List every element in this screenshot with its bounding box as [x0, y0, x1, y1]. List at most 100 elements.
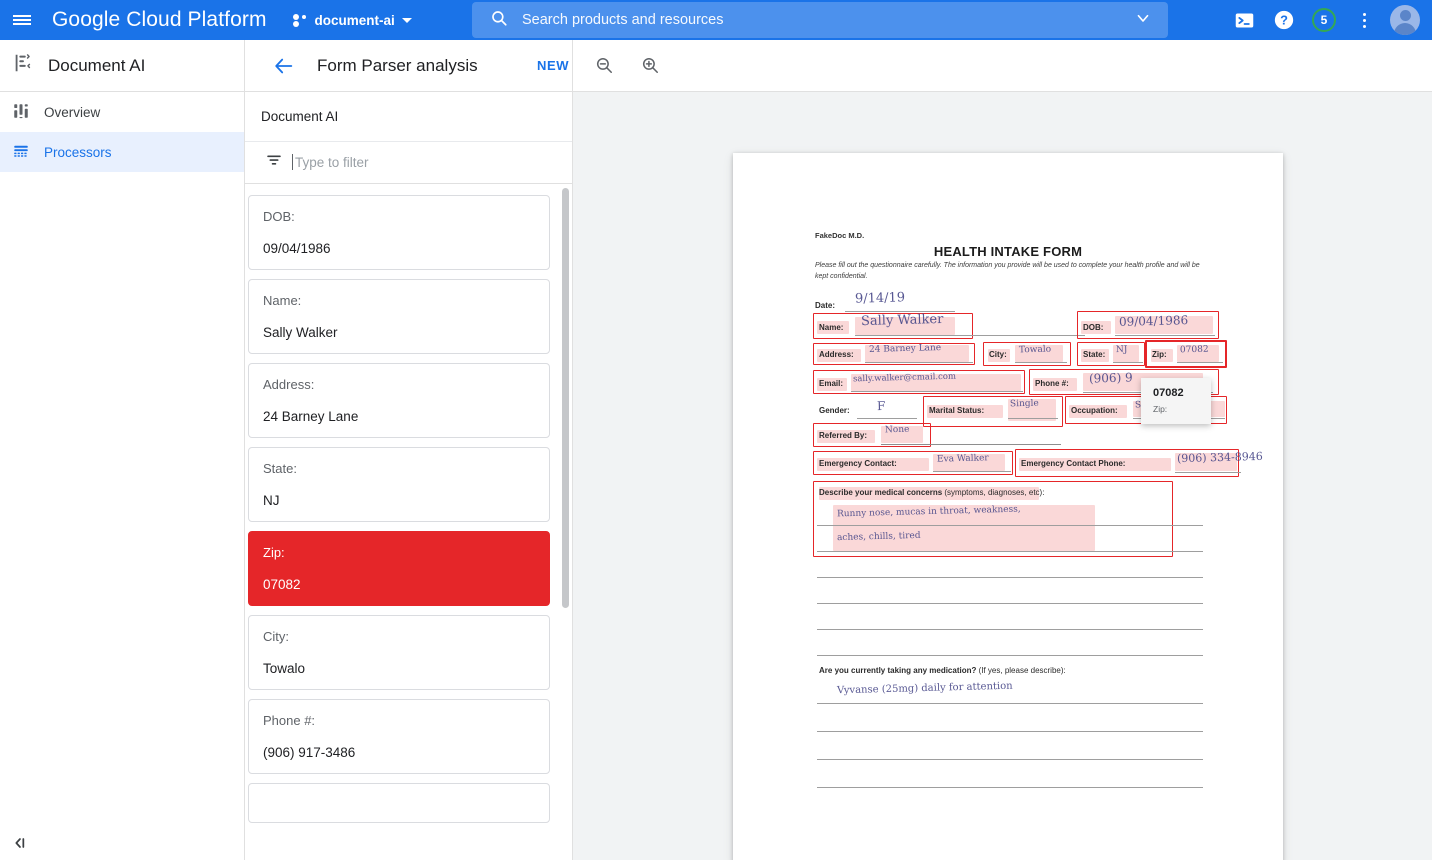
doc-value-marital: Single	[1010, 399, 1039, 410]
doc-value-emergency-contact: Eva Walker	[937, 453, 989, 464]
doc-rule	[1015, 362, 1067, 363]
search-bar[interactable]: Search products and resources	[472, 2, 1168, 38]
filter-input[interactable]: Type to filter	[295, 155, 369, 170]
tooltip-key: Zip:	[1153, 404, 1199, 414]
sidebar-item-label: Overview	[44, 105, 100, 120]
search-icon	[490, 9, 508, 32]
notifications-icon[interactable]: 5	[1306, 2, 1342, 38]
doc-rule	[857, 418, 917, 419]
top-app-bar: Google Cloud Platform document-ai Search…	[0, 0, 1432, 40]
panel-header: Form Parser analysis NEW DOCUMENT	[245, 40, 572, 92]
menu-icon[interactable]	[0, 0, 44, 40]
brand-title: Google Cloud Platform	[52, 8, 267, 32]
field-key: Zip:	[263, 545, 535, 560]
breadcrumb-label: Document AI	[261, 109, 338, 124]
doc-label-dob: DOB:	[1083, 323, 1103, 332]
doc-label-zip: Zip:	[1152, 350, 1167, 359]
doc-value-medication-line1: Vyvanse (25mg) daily for attention	[837, 681, 1013, 697]
document-content: FakeDoc M.D. HEALTH INTAKE FORM Please f…	[733, 153, 1283, 860]
doc-value-state: NJ	[1116, 345, 1128, 355]
doc-rule	[817, 703, 1203, 704]
zoom-out-icon[interactable]	[587, 49, 621, 83]
overview-icon	[12, 102, 30, 123]
search-input[interactable]: Search products and resources	[522, 12, 1134, 28]
project-name: document-ai	[315, 13, 395, 28]
sidebar-item-overview[interactable]: Overview	[0, 92, 244, 132]
sidebar-item-label: Processors	[44, 145, 112, 160]
cloud-shell-icon[interactable]	[1226, 2, 1262, 38]
doc-rule	[1175, 472, 1241, 473]
viewer-toolbar	[573, 40, 1432, 92]
field-value: 07082	[263, 577, 535, 592]
doc-value-name: Sally Walker	[861, 312, 944, 329]
collapse-sidebar-icon[interactable]	[10, 832, 36, 854]
page-title: Form Parser analysis	[317, 56, 478, 76]
field-key: City:	[263, 629, 535, 644]
doc-rule	[851, 391, 1023, 392]
doc-clinic-name: FakeDoc M.D.	[815, 231, 864, 240]
project-selector[interactable]: document-ai	[293, 13, 412, 28]
field-card[interactable]: Name: Sally Walker	[248, 279, 550, 354]
doc-value-address: 24 Barney Lane	[869, 343, 941, 355]
doc-label-address: Address:	[819, 350, 854, 359]
doc-value-zip: 07082	[1180, 345, 1209, 356]
doc-label-referred: Referred By:	[819, 431, 867, 440]
field-value: NJ	[263, 493, 535, 508]
chevron-down-icon	[402, 18, 412, 23]
doc-value-dob: 09/04/1986	[1119, 313, 1189, 329]
doc-rule	[817, 787, 1203, 788]
field-card[interactable]: Phone #: (906) 917-3486	[248, 699, 550, 774]
field-card[interactable]: DOB: 09/04/1986	[248, 195, 550, 270]
doc-title: HEALTH INTAKE FORM	[733, 244, 1283, 259]
breadcrumb[interactable]: Document AI	[245, 92, 572, 142]
zoom-in-icon[interactable]	[633, 49, 667, 83]
doc-rule	[817, 759, 1203, 760]
more-options-icon[interactable]	[1346, 2, 1382, 38]
doc-rule	[817, 603, 1203, 604]
help-icon[interactable]: ?	[1266, 2, 1302, 38]
doc-subtitle: Please fill out the questionnaire carefu…	[815, 261, 1205, 283]
field-value: 09/04/1986	[263, 241, 535, 256]
doc-rule	[865, 362, 973, 363]
field-key: Name:	[263, 293, 535, 308]
doc-label-date: Date:	[815, 301, 835, 310]
doc-rule	[817, 525, 1203, 526]
tooltip-value: 07082	[1153, 387, 1199, 399]
doc-rule	[817, 629, 1203, 630]
field-card-selected[interactable]: Zip: 07082	[248, 531, 550, 606]
doc-rule	[817, 577, 1203, 578]
field-tooltip: 07082 Zip:	[1141, 378, 1211, 424]
document-page[interactable]: FakeDoc M.D. HEALTH INTAKE FORM Please f…	[733, 153, 1283, 860]
field-card[interactable]: State: NJ	[248, 447, 550, 522]
field-value: 24 Barney Lane	[263, 409, 535, 424]
doc-label-emergency-phone: Emergency Contact Phone:	[1021, 459, 1125, 468]
fields-scrollbar[interactable]	[562, 188, 569, 608]
doc-value-date: 9/14/19	[855, 290, 906, 306]
viewer-canvas[interactable]: FakeDoc M.D. HEALTH INTAKE FORM Please f…	[573, 92, 1432, 860]
filter-icon	[265, 151, 283, 174]
svg-text:?: ?	[1280, 13, 1288, 28]
doc-label-emergency-contact: Emergency Contact:	[819, 459, 897, 468]
document-ai-icon	[12, 52, 34, 79]
extracted-fields-list[interactable]: DOB: 09/04/1986 Name: Sally Walker Addre…	[245, 184, 572, 860]
filter-row[interactable]: Type to filter	[245, 142, 572, 184]
project-selector-icon	[293, 14, 308, 27]
field-card[interactable]	[248, 783, 550, 823]
field-card[interactable]: Address: 24 Barney Lane	[248, 363, 550, 438]
avatar[interactable]	[1390, 5, 1420, 35]
field-key: Address:	[263, 377, 535, 392]
search-chevron-down-icon[interactable]	[1134, 9, 1152, 32]
doc-rule	[1177, 362, 1223, 363]
sidebar-item-processors[interactable]: Processors	[0, 132, 244, 172]
left-navigation: Document AI Overview Processors	[0, 40, 245, 860]
doc-rule	[817, 655, 1203, 656]
back-arrow-icon[interactable]	[273, 55, 295, 77]
doc-value-referred: None	[885, 425, 910, 436]
doc-label-occupation: Occupation:	[1071, 406, 1118, 415]
doc-value-emergency-phone: (906) 334-8946	[1177, 450, 1263, 465]
doc-label-phone: Phone #:	[1035, 379, 1069, 388]
doc-label-email: Email:	[819, 379, 843, 388]
field-card[interactable]: City: Towalo	[248, 615, 550, 690]
doc-rule	[1113, 362, 1143, 363]
doc-label-name: Name:	[819, 323, 843, 332]
